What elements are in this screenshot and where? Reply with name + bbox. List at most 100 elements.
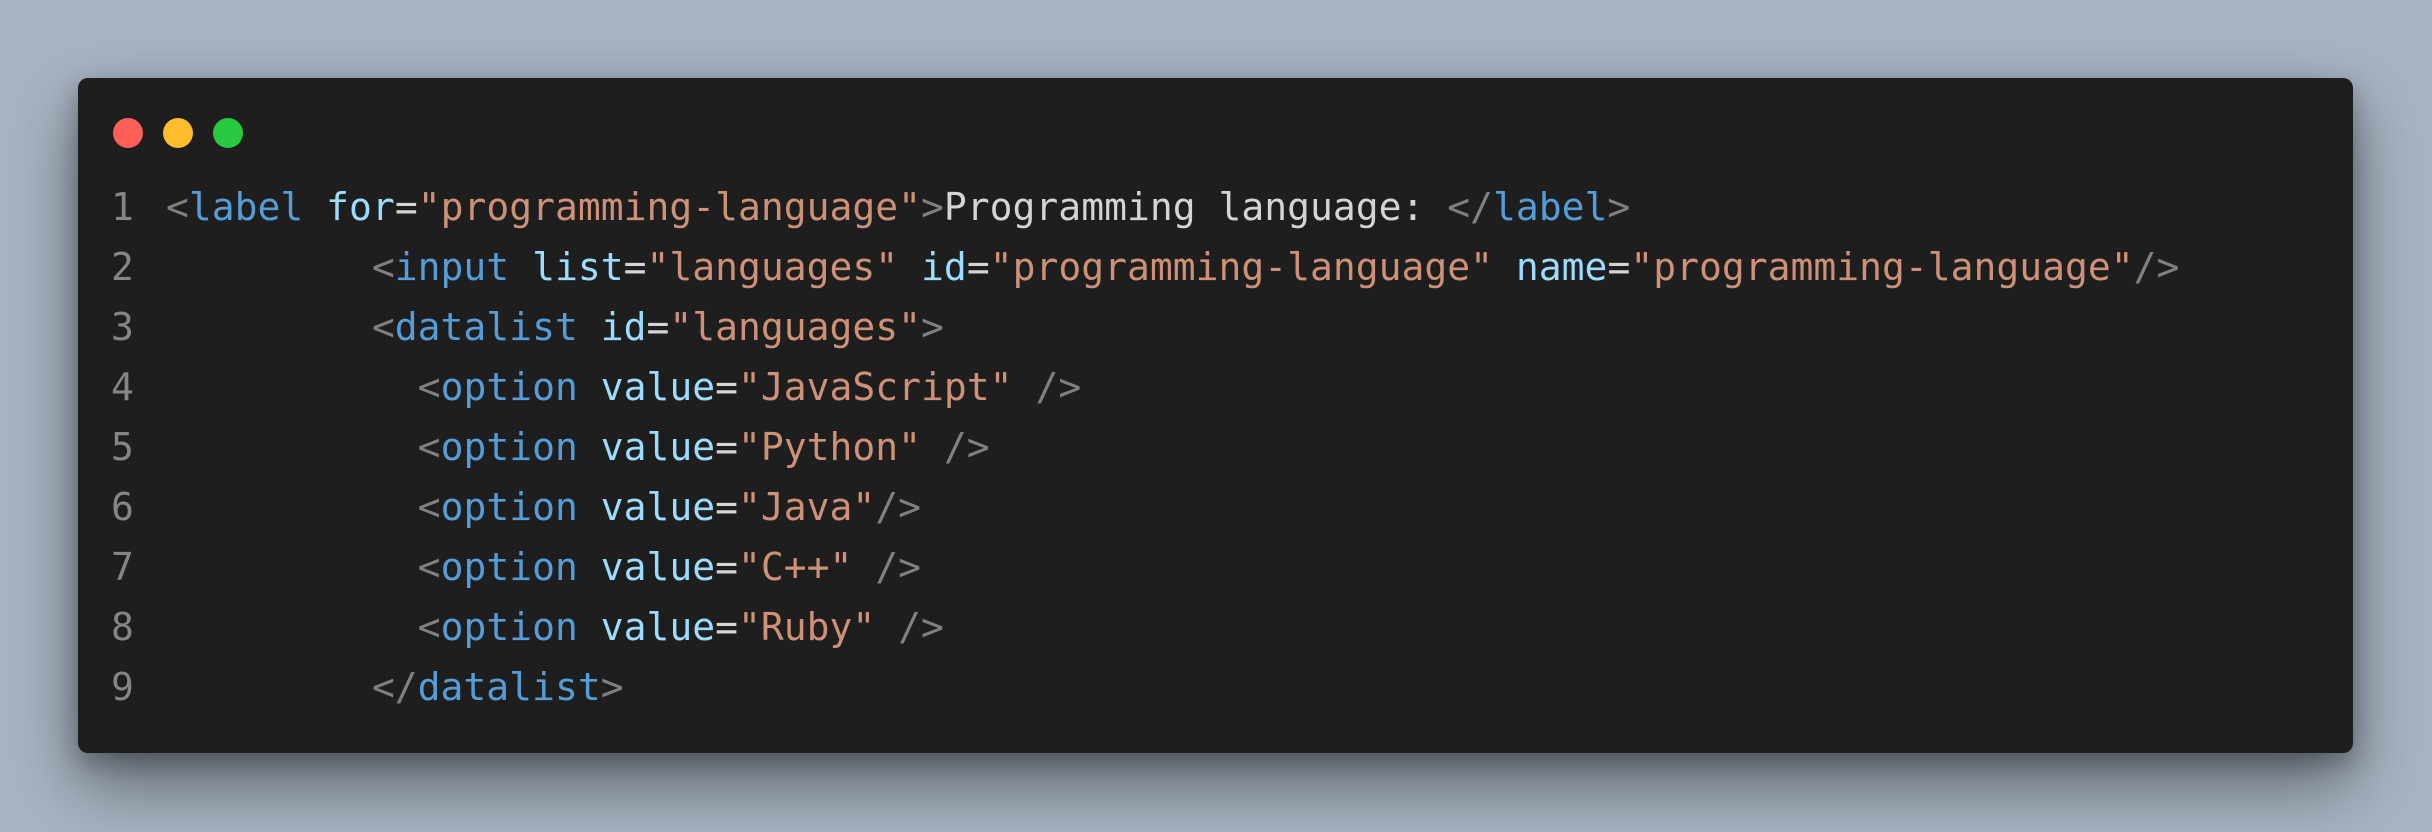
code-line: 5 <option value="Python" /> bbox=[78, 417, 2353, 477]
code-token: < bbox=[417, 485, 441, 529]
code-token: "programming-language" bbox=[1630, 245, 2134, 289]
code-line: 4 <option value="JavaScript" /> bbox=[78, 357, 2353, 417]
code-line: 2 <input list="languages" id="programmin… bbox=[78, 237, 2353, 297]
code-token: "programming-language" bbox=[989, 245, 1494, 289]
maximize-dot-icon[interactable] bbox=[213, 118, 243, 148]
code-token: option bbox=[440, 365, 578, 409]
line-number: 3 bbox=[111, 305, 134, 349]
code-token: "languages" bbox=[669, 305, 922, 349]
code-token: name bbox=[1515, 245, 1608, 289]
code-token: /> bbox=[852, 545, 922, 589]
code-token: "languages" bbox=[646, 245, 899, 289]
code-token: value bbox=[600, 605, 716, 649]
code-token: datalist bbox=[394, 305, 578, 349]
code-line: 7 <option value="C++" /> bbox=[78, 537, 2353, 597]
code-token: id bbox=[921, 245, 967, 289]
code-token: = bbox=[715, 425, 739, 469]
code-token: list bbox=[532, 245, 624, 289]
code-text: <option value="C++" /> bbox=[166, 537, 921, 597]
line-number: 4 bbox=[111, 365, 134, 409]
line-number: 9 bbox=[111, 665, 134, 709]
line-number: 7 bbox=[111, 545, 134, 589]
code-token: "Java" bbox=[738, 485, 876, 529]
code-token: option bbox=[440, 545, 578, 589]
code-text: <datalist id="languages"> bbox=[166, 297, 944, 357]
code-token: value bbox=[600, 485, 716, 529]
code-token: < bbox=[417, 605, 441, 649]
code-token: "Ruby" bbox=[738, 605, 876, 649]
code-token: value bbox=[600, 365, 716, 409]
code-text: <input list="languages" id="programming-… bbox=[166, 237, 2180, 297]
code-text: <option value="Python" /> bbox=[166, 417, 990, 477]
code-token: = bbox=[1607, 245, 1631, 289]
code-token: id bbox=[600, 305, 647, 349]
minimize-dot-icon[interactable] bbox=[163, 118, 193, 148]
code-token: = bbox=[646, 305, 670, 349]
code-token: < bbox=[371, 245, 395, 289]
code-token: Programming language: bbox=[943, 185, 1448, 229]
line-number: 8 bbox=[111, 605, 134, 649]
code-line: 9 </datalist> bbox=[78, 657, 2353, 717]
line-number: 1 bbox=[111, 185, 134, 229]
code-token: > bbox=[1607, 185, 1631, 229]
code-token: = bbox=[715, 545, 739, 589]
code-token: > bbox=[600, 665, 624, 709]
code-text: <label for="programming-language">Progra… bbox=[166, 177, 1630, 237]
code-text: </datalist> bbox=[166, 657, 624, 717]
code-token: = bbox=[715, 365, 739, 409]
code-token: </ bbox=[1447, 185, 1494, 229]
code-token: > bbox=[921, 185, 944, 229]
code-window: 1 <label for="programming-language">Progr… bbox=[78, 78, 2353, 753]
code-token: value bbox=[600, 545, 716, 589]
code-token: option bbox=[440, 425, 578, 469]
code-token: /> bbox=[875, 605, 944, 649]
code-token: < bbox=[166, 185, 189, 229]
code-token: "C++" bbox=[738, 545, 853, 589]
code-token: label bbox=[1493, 185, 1608, 229]
code-token: input bbox=[394, 245, 510, 289]
code-token: /> bbox=[921, 425, 990, 469]
code-token: datalist bbox=[417, 665, 601, 709]
code-token: /> bbox=[875, 485, 922, 529]
code-token: < bbox=[417, 425, 441, 469]
code-token: value bbox=[600, 425, 716, 469]
code-text: <option value="Ruby" /> bbox=[166, 597, 944, 657]
code-token: > bbox=[921, 305, 944, 349]
code-token: "JavaScript" bbox=[738, 365, 1013, 409]
code-line: 6 <option value="Java"/> bbox=[78, 477, 2353, 537]
close-dot-icon[interactable] bbox=[113, 118, 143, 148]
code-token: "Python" bbox=[738, 425, 922, 469]
code-token: label bbox=[188, 185, 304, 229]
code-token: < bbox=[417, 545, 441, 589]
code-token: < bbox=[371, 305, 395, 349]
code-token: option bbox=[440, 605, 578, 649]
code-line: 8 <option value="Ruby" /> bbox=[78, 597, 2353, 657]
code-token: option bbox=[440, 485, 578, 529]
code-token: </ bbox=[371, 665, 418, 709]
code-text: <option value="Java"/> bbox=[166, 477, 921, 537]
code-line: 1 <label for="programming-language">Progr… bbox=[78, 177, 2353, 237]
code-token: "programming-language" bbox=[417, 185, 922, 229]
code-token: /> bbox=[2133, 245, 2180, 289]
line-number: 6 bbox=[111, 485, 134, 529]
line-number: 5 bbox=[111, 425, 134, 469]
code-token: < bbox=[417, 365, 441, 409]
code-block: 1 <label for="programming-language">Progr… bbox=[78, 177, 2353, 717]
